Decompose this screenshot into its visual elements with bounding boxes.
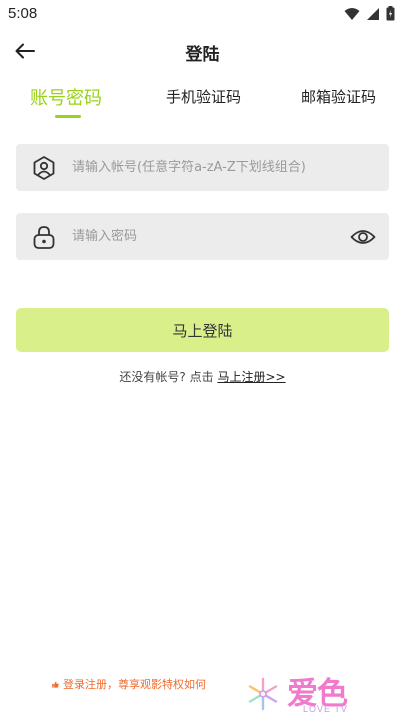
password-field	[16, 213, 389, 260]
tab-account-password[interactable]: 账号密码	[30, 84, 102, 110]
account-input[interactable]	[72, 144, 352, 191]
thumbs-up-icon	[52, 681, 59, 688]
signal-icon	[367, 7, 379, 20]
battery-icon	[386, 6, 395, 21]
logo-subtitle: LOVE TV	[303, 704, 348, 714]
password-input[interactable]	[72, 213, 352, 260]
nav-bar: 登陆	[0, 28, 405, 74]
tab-email-code[interactable]: 邮箱验证码	[301, 86, 376, 107]
user-icon	[33, 156, 55, 180]
login-tabs: 账号密码 手机验证码 邮箱验证码	[0, 80, 405, 120]
page-title: 登陆	[185, 45, 220, 65]
account-field	[16, 144, 389, 191]
status-time: 5:08	[8, 5, 38, 22]
login-button[interactable]: 马上登陆	[16, 308, 389, 352]
promo-banner[interactable]: 登录注册，尊享观影特权如何	[52, 676, 206, 692]
app-logo: 爱色 LOVE TV	[245, 668, 370, 718]
wifi-icon	[344, 7, 360, 20]
banner-text: 登录注册，尊享观影特权如何	[63, 678, 206, 691]
eye-icon[interactable]	[350, 224, 376, 250]
lock-icon	[33, 226, 55, 249]
status-icons	[344, 6, 395, 21]
register-prompt-row: 还没有帐号? 点击 马上注册>>	[0, 368, 405, 385]
status-bar: 5:08	[0, 0, 405, 28]
snowflake-icon	[248, 677, 278, 711]
register-prompt: 还没有帐号? 点击	[119, 370, 214, 384]
tab-indicator	[55, 115, 81, 118]
tab-phone-code[interactable]: 手机验证码	[166, 86, 241, 107]
register-link[interactable]: 马上注册>>	[217, 370, 285, 384]
